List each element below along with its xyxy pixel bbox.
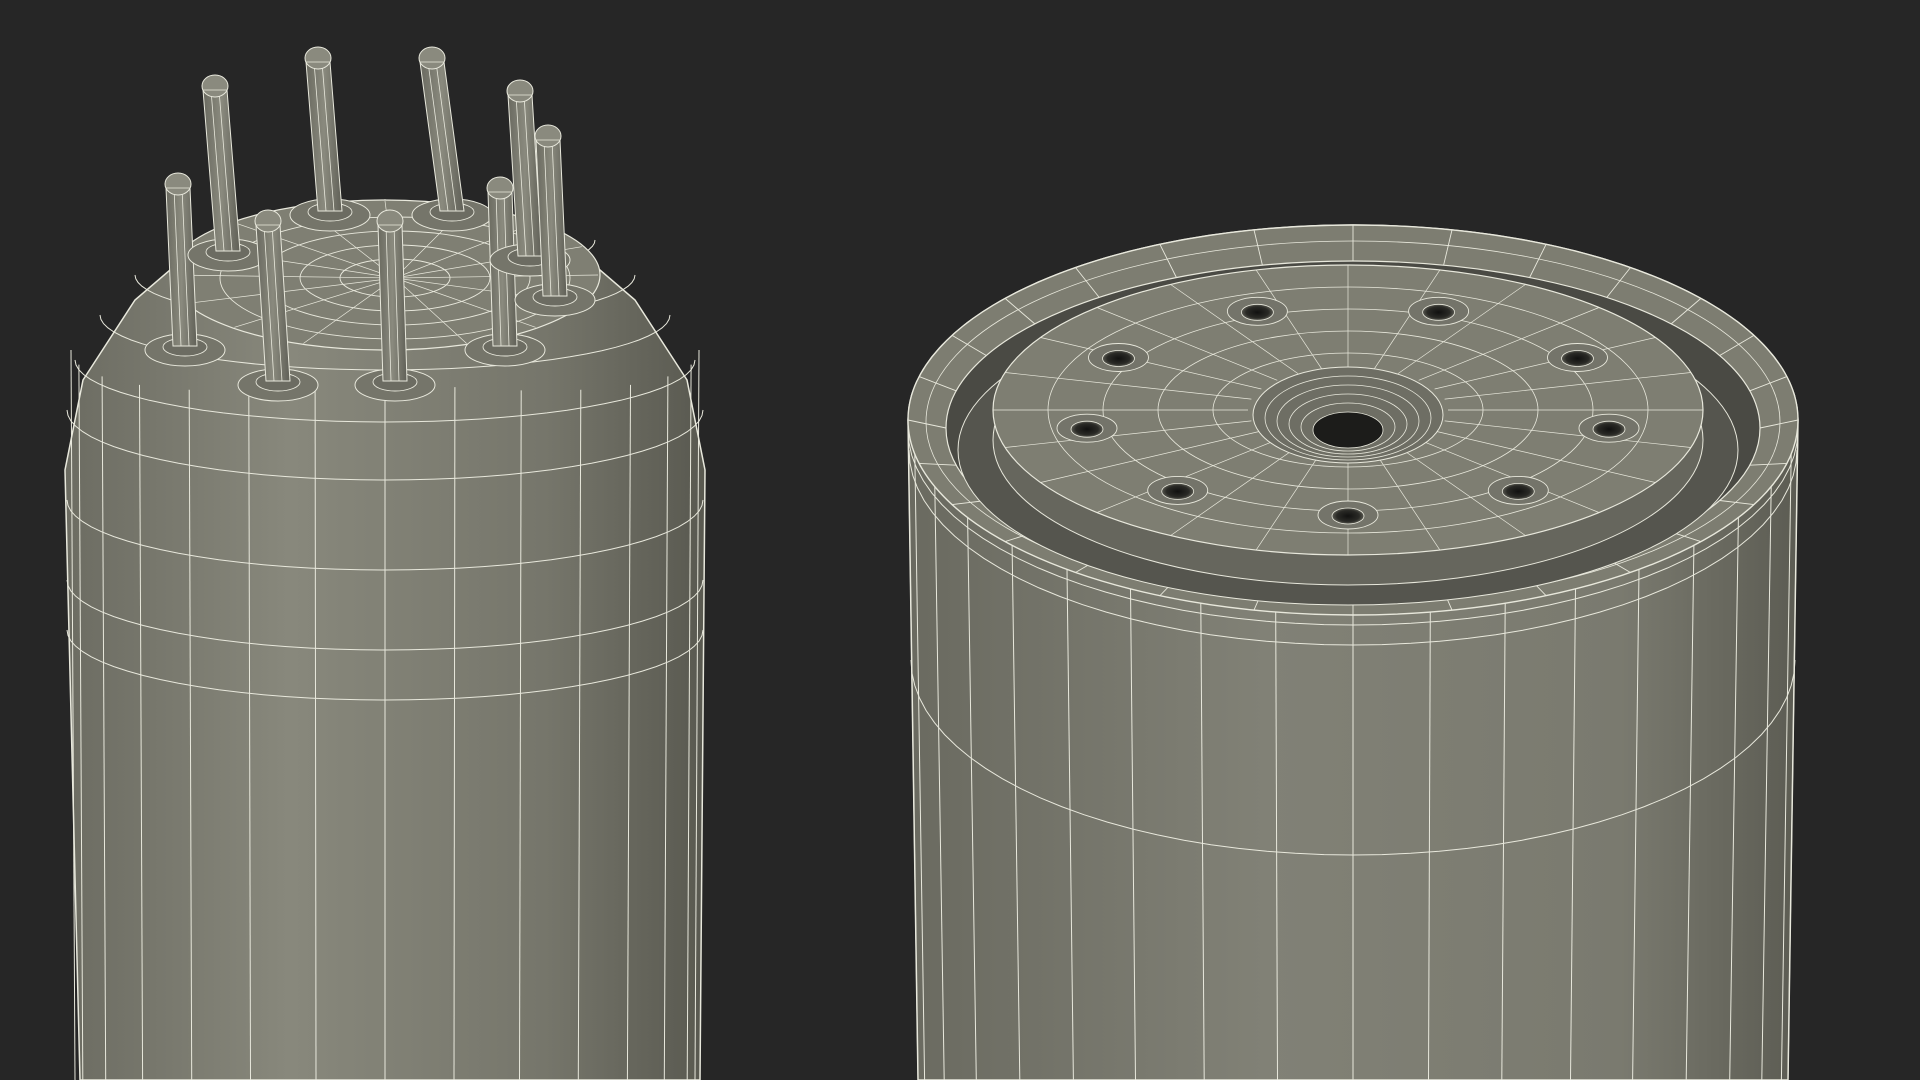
tube-pin-shaft xyxy=(377,224,408,382)
socket-pin-hole-opening xyxy=(1070,420,1104,438)
socket-pin-hole xyxy=(1487,475,1549,505)
tube-pin-tip xyxy=(164,172,192,196)
tube-pin xyxy=(289,46,371,232)
socket-pin-hole-opening xyxy=(1501,482,1535,500)
socket-pin-hole-opening xyxy=(1592,420,1626,438)
tube-pin-tip xyxy=(376,209,404,233)
wireframe-render-viewport xyxy=(64,46,1799,1080)
socket-pin-hole xyxy=(1578,413,1640,443)
socket-pin-hole xyxy=(1226,296,1288,326)
socket-pin-hole-opening xyxy=(1422,303,1455,321)
socket-pin-hole-opening xyxy=(1561,350,1594,367)
socket-pin-hole xyxy=(1088,343,1149,372)
tube-pin-tip xyxy=(534,124,562,148)
socket-pin-hole xyxy=(1056,413,1118,443)
tube-pin-tip xyxy=(486,176,514,200)
socket-pin-hole-opening xyxy=(1161,482,1195,500)
tube-pin-shaft xyxy=(202,89,241,252)
tube-pin-tip xyxy=(304,46,332,70)
tube-pin xyxy=(411,46,493,232)
vacuum-tube-with-pins xyxy=(64,46,706,1080)
socket-pin-hole xyxy=(1147,475,1209,505)
socket-pin-hole-opening xyxy=(1331,507,1365,525)
tube-pin-tip xyxy=(418,46,446,70)
tube-socket-base xyxy=(907,224,1799,1080)
tube-pin-tip xyxy=(201,74,229,98)
tube-pin-shaft xyxy=(419,61,465,212)
socket-pin-hole-opening xyxy=(1102,350,1135,367)
socket-pin-hole xyxy=(1408,296,1470,326)
socket-pin-hole xyxy=(1317,500,1379,530)
socket-pin-hole xyxy=(1547,343,1608,372)
tube-pin-tip xyxy=(506,79,534,103)
socket-center-hole-wire xyxy=(1312,411,1384,449)
socket-pin-hole-opening xyxy=(1241,303,1274,321)
tube-pin-tip xyxy=(254,209,282,233)
